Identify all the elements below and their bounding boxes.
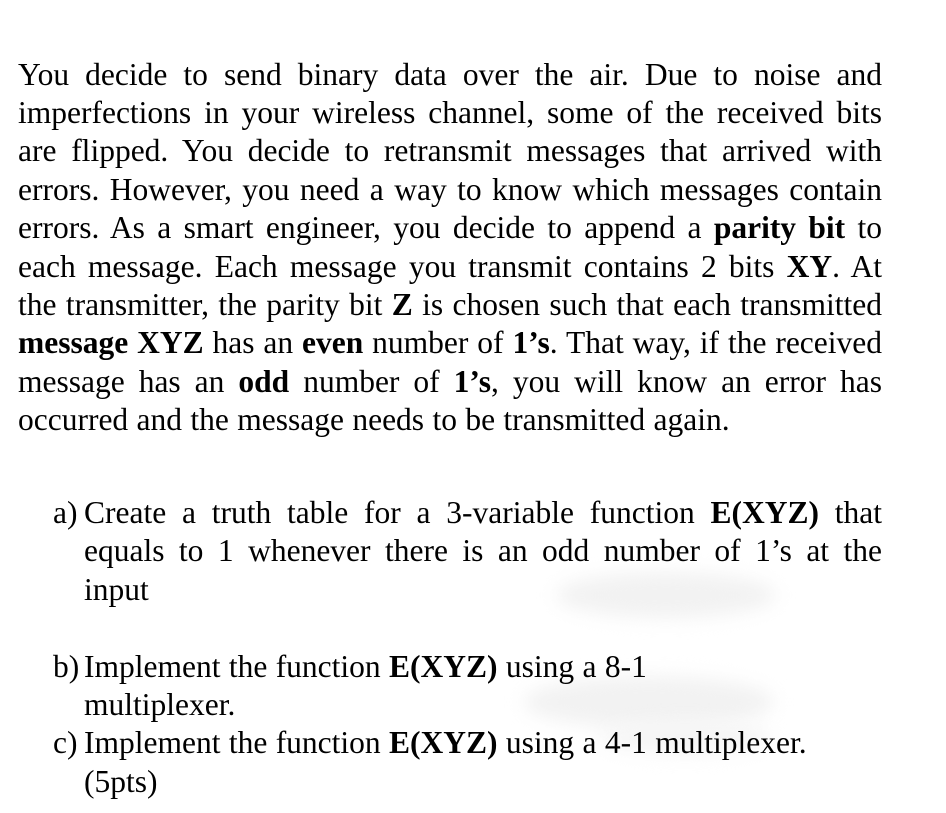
question-b-text-before: Implement the function <box>84 648 390 684</box>
question-item-a: a) Create a truth table for a 3-variable … <box>18 494 882 609</box>
problem-statement-paragraph: You decide to send binary data over the … <box>18 56 882 440</box>
term-xy: XY <box>786 248 833 284</box>
question-item-b: b) Implement the function E(XYZ) using a … <box>18 648 882 725</box>
term-ones-odd: 1’s <box>453 363 491 399</box>
question-marker-a: a) <box>53 495 78 530</box>
paragraph-segment: number of <box>289 363 454 399</box>
term-even: even <box>302 325 364 361</box>
term-e-xyz-b: E(XYZ) <box>389 648 498 684</box>
term-e-xyz-a: E(XYZ) <box>710 495 819 530</box>
term-ones-even: 1’s <box>512 325 550 361</box>
question-list: a) Create a truth table for a 3-variable … <box>18 494 882 801</box>
question-item-c: c) Implement the function E(XYZ) using a … <box>18 724 882 801</box>
question-c-text-before: Implement the function <box>84 725 390 761</box>
term-z: Z <box>391 286 413 322</box>
term-odd: odd <box>238 363 290 399</box>
paragraph-segment: is chosen such that each transmitted <box>412 286 882 322</box>
question-marker-c: c) <box>53 725 78 761</box>
question-marker-b: b) <box>53 648 80 684</box>
paragraph-segment: has an <box>203 325 303 361</box>
term-message-xyz: message XYZ <box>18 325 204 361</box>
question-a-text-before: Create a truth table for a 3-variable fu… <box>84 495 711 530</box>
paragraph-segment: number of <box>363 325 513 361</box>
term-e-xyz-c: E(XYZ) <box>389 725 498 761</box>
term-parity-bit: parity bit <box>713 210 846 246</box>
